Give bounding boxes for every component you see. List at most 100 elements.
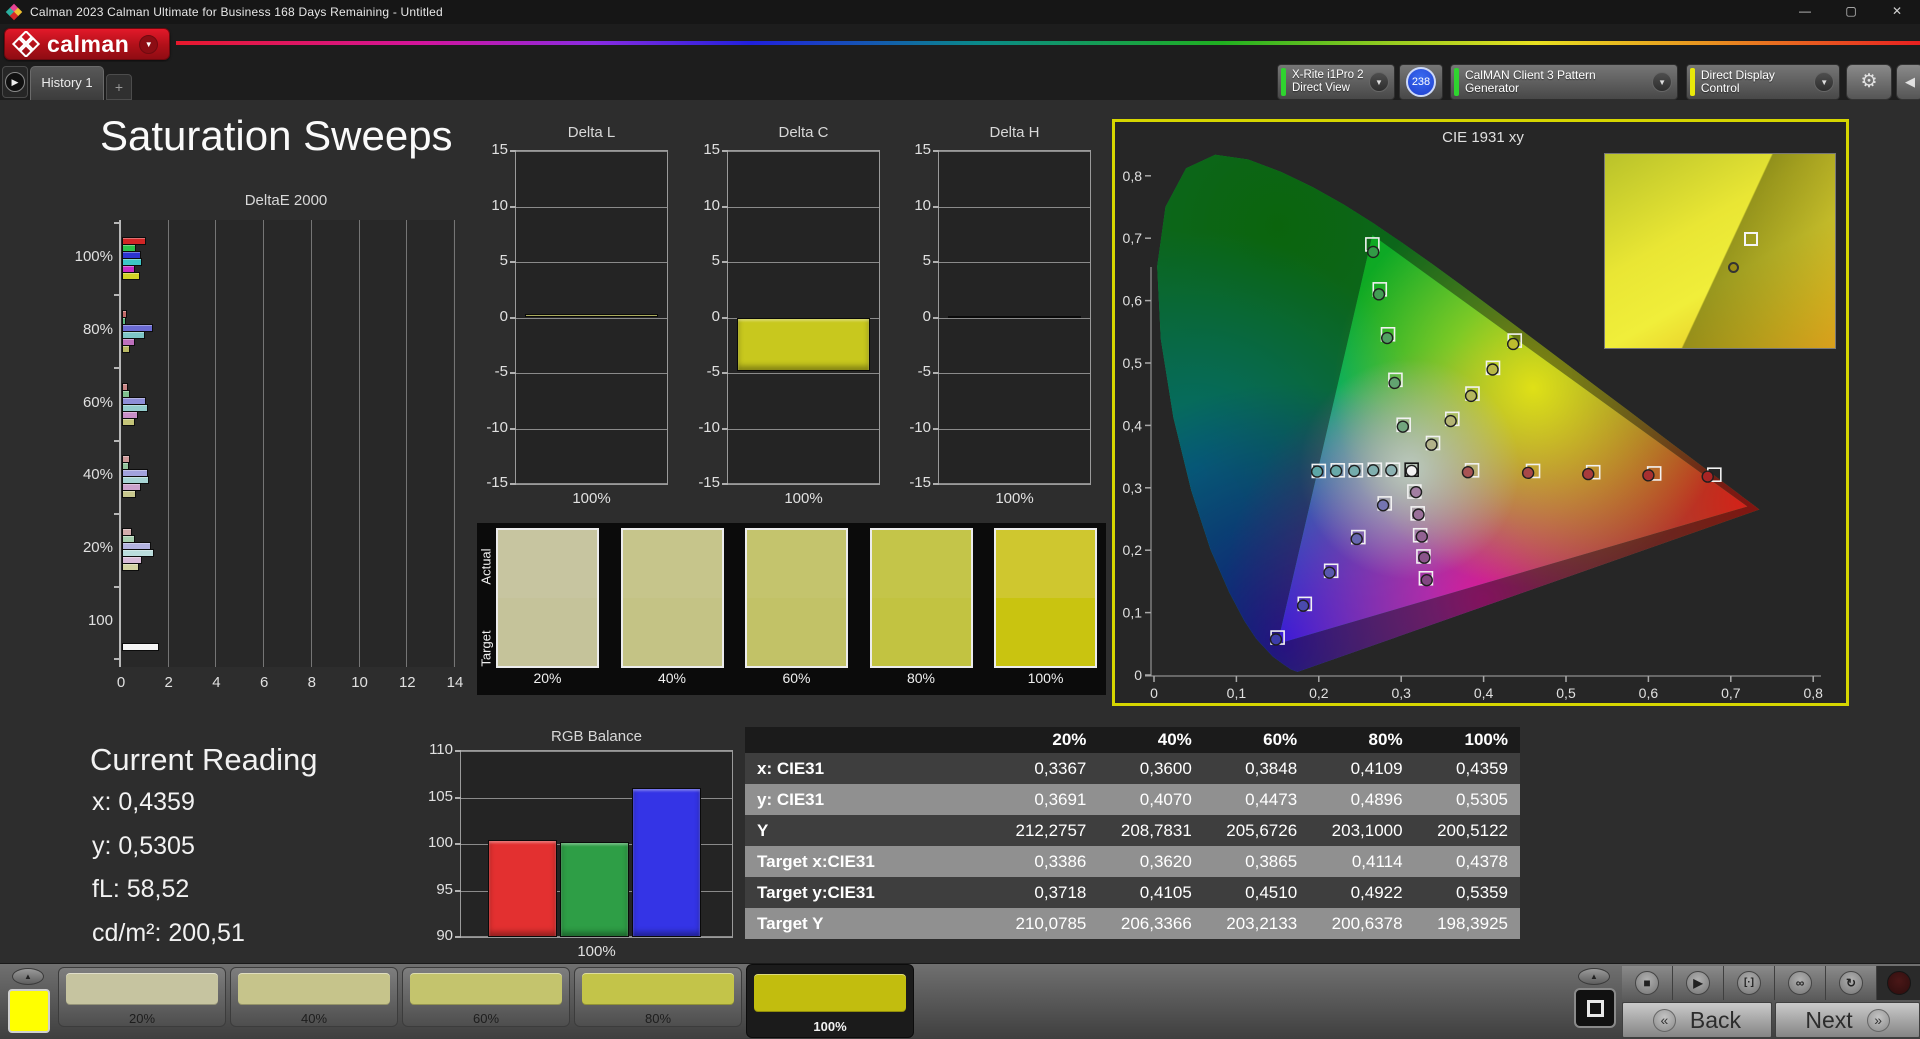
next-button[interactable]: Next » bbox=[1775, 1002, 1920, 1038]
axis-tick bbox=[510, 483, 516, 485]
table-cell: 0,4359 bbox=[1414, 753, 1520, 784]
compare-swatch bbox=[496, 528, 599, 668]
pattern-generator-label: CalMAN Client 3 Pattern Generator bbox=[1464, 68, 1596, 95]
delta-h-chart: 15 10 5 0 -5 -10 -15 100% bbox=[909, 141, 1091, 507]
cie-measured-marker bbox=[1396, 420, 1410, 433]
table-cell: 0,4114 bbox=[1309, 846, 1415, 877]
y-tick-label: 5 bbox=[922, 252, 931, 269]
cie-measured-marker bbox=[1444, 414, 1457, 428]
table-row: Target x:CIE31 0,3386 0,3620 0,3865 0,4114 0,… bbox=[745, 846, 1520, 877]
expand-controls-button[interactable]: ▲ bbox=[1578, 968, 1610, 985]
deltae-x-tick: 12 bbox=[398, 674, 416, 691]
cie-chart-title: CIE 1931 xy bbox=[1442, 129, 1524, 146]
deltae-bar bbox=[122, 344, 131, 353]
axis-tick bbox=[510, 427, 516, 430]
axis-tick bbox=[114, 658, 120, 661]
cie-y-tick: 0,4 bbox=[1123, 417, 1143, 433]
pattern-window-button[interactable] bbox=[1574, 988, 1616, 1028]
chevron-up-icon: ▲ bbox=[1590, 972, 1598, 981]
play-measure-button[interactable]: ▶ bbox=[1673, 966, 1724, 1000]
continuous-read-button[interactable]: ∞ bbox=[1775, 966, 1826, 1000]
cie-measured-marker bbox=[1350, 532, 1363, 546]
page-title: Saturation Sweeps bbox=[100, 112, 453, 159]
deltae-bar bbox=[122, 643, 159, 651]
gridline bbox=[263, 220, 265, 667]
calman-app-window: Calman 2023 Calman Ultimate for Business… bbox=[0, 0, 1920, 1039]
table-row-label: Y bbox=[745, 815, 993, 846]
expand-patterns-button[interactable]: ▲ bbox=[12, 968, 44, 985]
collapse-panel-button[interactable]: ◀ bbox=[1896, 64, 1920, 100]
gridline bbox=[939, 206, 1090, 208]
pattern-card-80%[interactable]: 80% bbox=[574, 967, 742, 1027]
cie-x-tick: 0,7 bbox=[1721, 685, 1741, 701]
calman-main-menu-button[interactable]: calman ▼ bbox=[4, 28, 170, 60]
play-icon: ▶ bbox=[1686, 971, 1710, 995]
refresh-read-button[interactable]: ↻ bbox=[1826, 966, 1877, 1000]
axis-tick bbox=[722, 261, 728, 263]
y-tick-label: -10 bbox=[486, 418, 508, 436]
meter-dropdown[interactable]: X-Rite i1Pro 2 Direct View ▼ bbox=[1277, 64, 1395, 100]
refresh-icon: ↻ bbox=[1839, 971, 1863, 995]
single-read-button[interactable]: [·] bbox=[1724, 966, 1775, 1000]
table-column-header: 20% bbox=[993, 727, 1099, 753]
back-button[interactable]: « Back bbox=[1622, 1002, 1772, 1038]
y-tick-label: 10 bbox=[914, 196, 931, 214]
add-tab-button[interactable]: + bbox=[106, 74, 132, 100]
pattern-card-label: 20% bbox=[128, 1011, 156, 1026]
tab-history-1[interactable]: History 1 bbox=[30, 66, 104, 100]
maximize-button[interactable]: ▢ bbox=[1828, 0, 1874, 24]
actual-target-swatch-panel: Actual Target 20% 40% 60% 80% 100% bbox=[477, 523, 1106, 695]
play-icon: ▶ bbox=[5, 72, 25, 92]
minimize-button[interactable]: — bbox=[1782, 0, 1828, 24]
pattern-card-label: 40% bbox=[300, 1011, 328, 1026]
cie-measured-marker bbox=[1269, 633, 1283, 646]
cie-measured-marker bbox=[1405, 464, 1418, 478]
cie-y-tick: 0 bbox=[1134, 667, 1142, 683]
y-tick-label: 5 bbox=[711, 252, 720, 269]
y-tick-label: 15 bbox=[703, 141, 720, 158]
axis-tick bbox=[510, 205, 516, 208]
gridline bbox=[728, 373, 879, 374]
settings-button[interactable]: ⚙ bbox=[1846, 64, 1892, 100]
display-control-label: Direct Display Control bbox=[1700, 68, 1775, 95]
spectrum-divider bbox=[176, 41, 1920, 45]
axis-tick bbox=[933, 372, 939, 374]
deltae-group-label: 100 bbox=[87, 612, 113, 629]
table-cell: 200,6378 bbox=[1309, 908, 1415, 939]
deltae-group-label: 20% bbox=[82, 539, 113, 557]
pattern-swatch bbox=[66, 973, 218, 1005]
single-read-icon: [·] bbox=[1737, 971, 1761, 995]
display-control-dropdown[interactable]: Direct Display Control ▼ bbox=[1686, 64, 1840, 100]
chevron-double-right-icon: » bbox=[1866, 1008, 1890, 1032]
swatch-percent-label: 40% bbox=[657, 670, 687, 686]
axis-tick bbox=[933, 427, 939, 430]
gridline bbox=[167, 220, 169, 667]
stop-measure-button[interactable]: ■ bbox=[1622, 966, 1673, 1000]
record-button[interactable] bbox=[1877, 966, 1920, 1000]
chevron-left-icon: ◀ bbox=[1905, 74, 1915, 89]
deltae-bar bbox=[122, 490, 137, 499]
y-tick-label: 100 bbox=[427, 834, 453, 851]
axis-tick bbox=[455, 750, 461, 752]
deltae-chart-title: DeltaE 2000 bbox=[244, 192, 328, 209]
current-pattern-color-swatch bbox=[8, 989, 50, 1033]
pattern-card-40%[interactable]: 40% bbox=[230, 967, 398, 1027]
table-cell: 208,7831 bbox=[1098, 815, 1204, 846]
chart-bar bbox=[560, 842, 629, 937]
actual-swatch-half bbox=[747, 530, 846, 598]
pattern-card-100%[interactable]: 100% bbox=[746, 964, 914, 1038]
cie-measured-marker bbox=[1385, 464, 1398, 477]
cie-y-tick: 0,3 bbox=[1123, 480, 1143, 496]
pattern-card-20%[interactable]: 20% bbox=[58, 967, 226, 1027]
pattern-generator-dropdown[interactable]: CalMAN Client 3 Pattern Generator ▼ bbox=[1450, 64, 1678, 100]
history-play-button[interactable]: ▶ bbox=[2, 66, 28, 98]
swatch-percent-label: 20% bbox=[533, 670, 562, 686]
cie-1931-xy-panel[interactable]: 0 0,1 0,2 0,3 0,4 0,5 0,6 0,7 0,8 0 0,1 0,2 0,3 0,4 0,… bbox=[1112, 119, 1849, 706]
calman-logo-text: calman bbox=[47, 30, 130, 57]
cie-measured-marker bbox=[1461, 466, 1475, 479]
pattern-card-label: 100% bbox=[813, 1019, 847, 1034]
cie-measured-marker bbox=[1296, 599, 1310, 612]
cie-y-tick: 0,1 bbox=[1123, 605, 1143, 621]
pattern-card-60%[interactable]: 60% bbox=[402, 967, 570, 1027]
close-button[interactable]: ✕ bbox=[1874, 0, 1920, 24]
